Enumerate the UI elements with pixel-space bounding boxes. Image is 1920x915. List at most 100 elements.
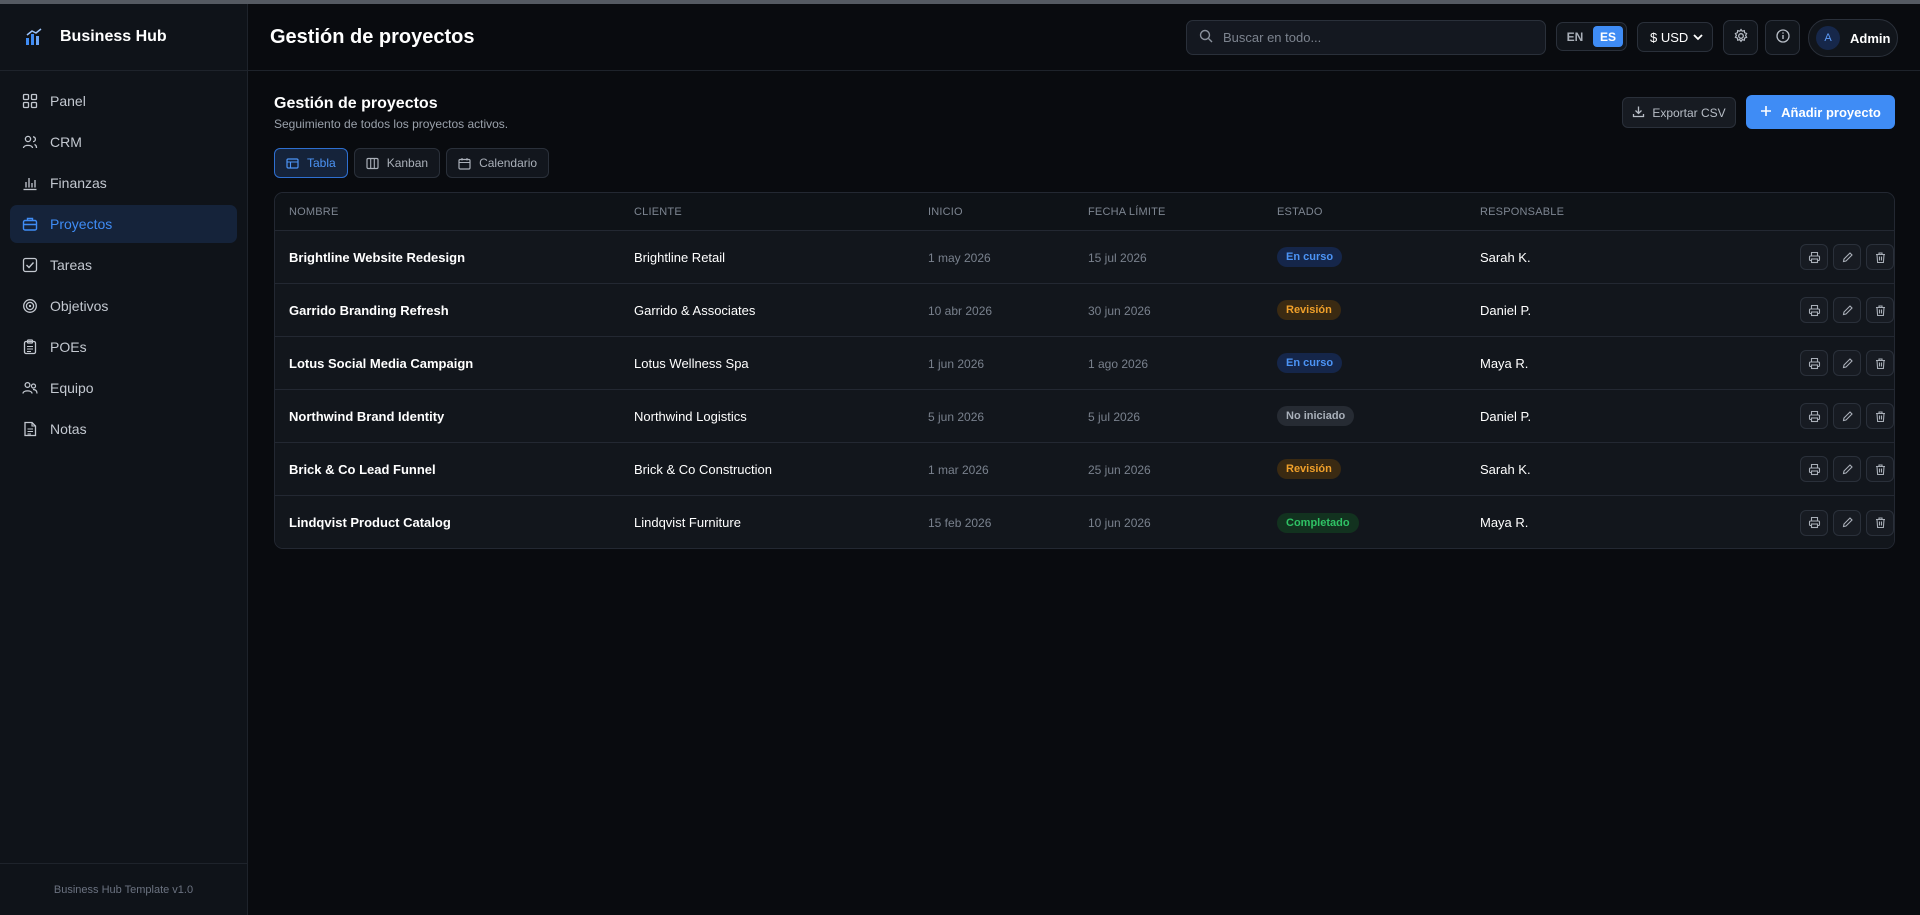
delete-button[interactable] [1866,403,1894,429]
printer-icon [1808,463,1821,476]
cell-start-date: 1 may 2026 [928,250,1088,265]
edit-button[interactable] [1833,350,1861,376]
cell-start-date: 1 mar 2026 [928,462,1088,477]
edit-button[interactable] [1833,297,1861,323]
row-actions [1770,403,1894,429]
trash-icon [1874,463,1887,476]
delete-button[interactable] [1866,297,1894,323]
sidebar-item-objetivos[interactable]: Objetivos [10,287,237,325]
team-icon [22,380,38,396]
view-tab-calendario[interactable]: Calendario [446,148,550,178]
print-button[interactable] [1800,403,1828,429]
column-header-due[interactable]: FECHA LÍMITE [1088,206,1277,218]
delete-button[interactable] [1866,350,1894,376]
sidebar-item-tareas[interactable]: Tareas [10,246,237,284]
lang-es-button[interactable]: ES [1593,26,1623,47]
table-row[interactable]: Lindqvist Product Catalog Lindqvist Furni… [275,496,1894,548]
start-date: 15 feb 2026 [928,516,992,530]
sidebar-item-label: Finanzas [50,175,107,191]
trash-icon [1874,304,1887,317]
edit-button[interactable] [1833,244,1861,270]
cell-start-date: 15 feb 2026 [928,515,1088,530]
sidebar-item-label: Notas [50,421,87,437]
due-date: 30 jun 2026 [1088,303,1151,318]
sidebar-item-crm[interactable]: CRM [10,123,237,161]
due-date: 25 jun 2026 [1088,462,1151,477]
grid-icon [22,93,38,109]
start-date: 1 jun 2026 [928,356,985,371]
column-header-owner[interactable]: RESPONSABLE [1480,206,1770,218]
bar-chart-logo-icon [22,25,46,49]
currency-select[interactable]: $ USD [1637,22,1713,52]
cell-due-date: 15 jul 2026 [1088,250,1277,265]
delete-button[interactable] [1866,244,1894,270]
column-header-status[interactable]: ESTADO [1277,206,1480,218]
language-switcher: EN ES [1556,22,1627,51]
print-button[interactable] [1800,456,1828,482]
table-row[interactable]: Northwind Brand Identity Northwind Logist… [275,390,1894,443]
search-input[interactable] [1223,30,1523,45]
checkbox-icon [22,257,38,273]
client-name: Garrido & Associates [634,302,756,318]
add-project-button[interactable]: Añadir proyecto [1746,95,1895,129]
trash-icon [1874,410,1887,423]
view-tab-kanban[interactable]: Kanban [353,148,441,178]
project-name: Garrido Branding Refresh [289,302,449,318]
main-content: Gestión de proyectos Seguimiento de todo… [248,72,1920,915]
print-button[interactable] [1800,297,1828,323]
user-menu[interactable]: A Admin [1808,19,1898,57]
page-subtitle: Seguimiento de todos los proyectos activ… [274,117,509,131]
pencil-icon [1841,357,1854,370]
pencil-icon [1841,410,1854,423]
lang-en-button[interactable]: EN [1560,26,1590,47]
print-button[interactable] [1800,244,1828,270]
table-row[interactable]: Brightline Website Redesign Brightline Re… [275,231,1894,284]
cell-status: Revisión [1277,300,1480,320]
export-csv-button[interactable]: Exportar CSV [1622,97,1736,128]
column-header-client[interactable]: CLIENTE [634,206,928,218]
view-tab-tabla[interactable]: Tabla [274,148,348,178]
cell-client-name: Northwind Logistics [634,409,928,424]
sidebar-item-proyectos[interactable]: Proyectos [10,205,237,243]
column-header-start[interactable]: INICIO [928,206,1088,218]
cell-status: Completado [1277,512,1480,533]
sidebar-item-panel[interactable]: Panel [10,82,237,120]
view-tab-label: Kanban [386,156,429,170]
table-row[interactable]: Brick & Co Lead Funnel Brick & Co Constru… [275,443,1894,496]
cell-status: Revisión [1277,459,1480,479]
delete-button[interactable] [1866,456,1894,482]
edit-button[interactable] [1833,456,1861,482]
sidebar-item-poes[interactable]: POEs [10,328,237,366]
cell-status: No iniciado [1277,406,1480,426]
brand[interactable]: Business Hub [0,4,247,71]
info-button[interactable] [1765,20,1800,55]
sidebar-item-finanzas[interactable]: Finanzas [10,164,237,202]
table-row[interactable]: Lotus Social Media Campaign Lotus Wellnes… [275,337,1894,390]
edit-button[interactable] [1833,403,1861,429]
sidebar-item-notas[interactable]: Notas [10,410,237,448]
add-project-label: Añadir proyecto [1781,104,1881,120]
delete-button[interactable] [1866,509,1894,536]
search-box[interactable] [1186,20,1546,55]
brand-name: Business Hub [60,28,167,45]
view-tab-label: Calendario [479,156,538,170]
project-name: Lindqvist Product Catalog [289,515,451,530]
bar-chart-icon [22,175,38,191]
edit-button[interactable] [1833,509,1861,536]
download-icon [1632,105,1645,121]
calendar-icon [458,157,471,170]
owner-name: Sarah K. [1480,461,1531,477]
owner-name: Maya R. [1480,515,1529,530]
trash-icon [1874,251,1887,264]
target-icon [22,298,38,314]
column-header-name[interactable]: NOMBRE [275,206,634,218]
sidebar-item-equipo[interactable]: Equipo [10,369,237,407]
row-actions [1770,350,1894,376]
row-actions [1770,297,1894,323]
settings-button[interactable] [1723,20,1758,55]
cell-client-name: Garrido & Associates [634,303,928,318]
print-button[interactable] [1800,350,1828,376]
row-actions [1770,244,1894,270]
print-button[interactable] [1800,509,1828,536]
table-row[interactable]: Garrido Branding Refresh Garrido & Associ… [275,284,1894,337]
